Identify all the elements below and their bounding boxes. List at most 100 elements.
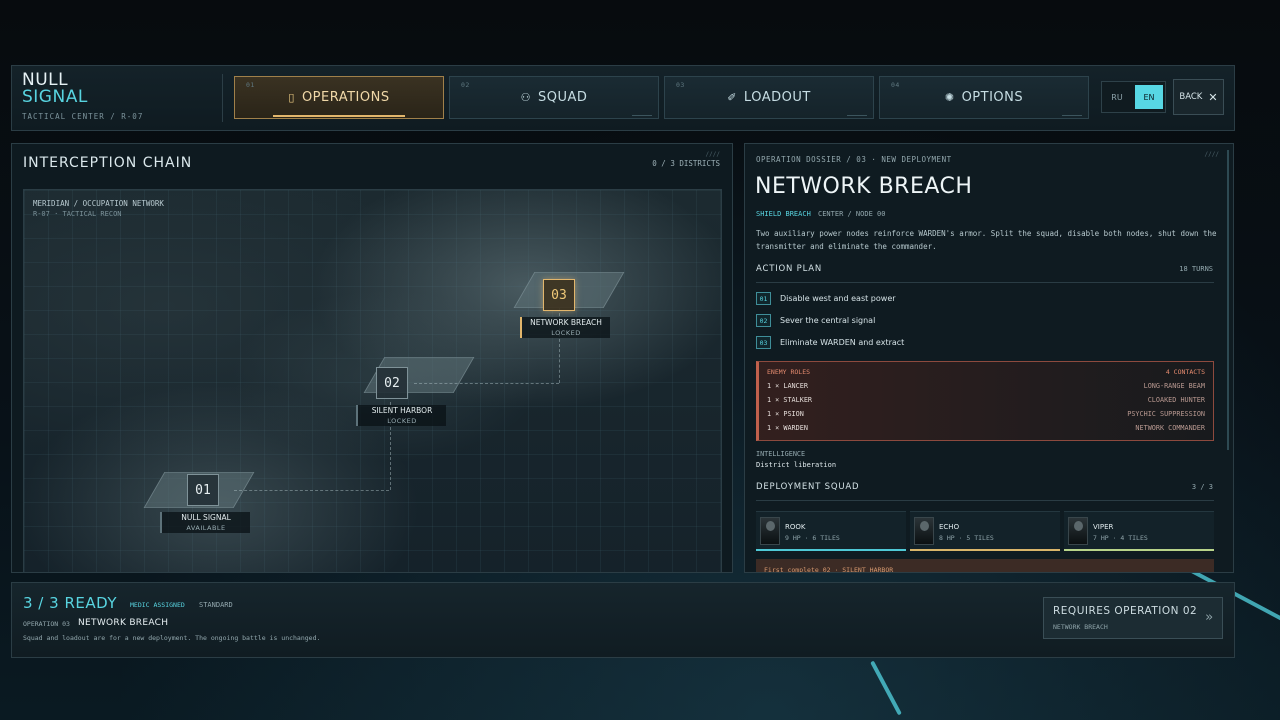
operation-title: NETWORK BREACH <box>755 174 973 199</box>
scrollbar[interactable] <box>1227 150 1229 450</box>
node-number: 01 <box>187 474 219 506</box>
squad-member-card[interactable]: VIPER 7 HP · 4 TILES <box>1064 511 1214 551</box>
avatar <box>914 517 934 545</box>
divider <box>222 74 223 122</box>
map-subheading: R-07 · TACTICAL RECON <box>33 210 122 218</box>
tab-squad[interactable]: 02 ⚇ SQUAD <box>449 76 659 119</box>
lang-en-button[interactable]: EN <box>1135 85 1163 109</box>
node-status: LOCKED <box>551 329 581 337</box>
node-status: LOCKED <box>387 417 417 425</box>
operation-number: OPERATION 03 <box>23 620 70 628</box>
panel-ticks: //// <box>1204 151 1219 158</box>
tab-loadout[interactable]: 03 ✐ LOADOUT <box>664 76 874 119</box>
tab-label: SQUAD <box>537 90 588 105</box>
enemy-row: 1 × PSION PSYCHIC SUPPRESSION <box>767 410 1205 422</box>
launch-operation-button[interactable]: REQUIRES OPERATION 02 NETWORK BREACH » <box>1043 597 1223 639</box>
back-button[interactable]: BACK ✕ <box>1173 79 1224 115</box>
deployment-squad-heading: DEPLOYMENT SQUAD <box>756 482 860 492</box>
divider <box>756 282 1214 283</box>
tab-number: 04 <box>891 81 900 89</box>
language-toggle: RU EN <box>1101 81 1166 113</box>
tab-label: LOADOUT <box>743 90 811 105</box>
route-line <box>414 383 559 384</box>
node-status: AVAILABLE <box>186 524 226 532</box>
enemy-role: LONG-RANGE BEAM <box>1143 382 1205 390</box>
step-number: 03 <box>756 336 771 349</box>
enemy-unit: 1 × PSION <box>767 410 804 418</box>
double-chevron-icon: » <box>1205 610 1213 625</box>
step-number: 02 <box>756 314 771 327</box>
active-indicator <box>273 115 405 117</box>
tab-number: 02 <box>461 81 470 89</box>
enemy-roles-heading: ENEMY ROLES <box>767 368 811 376</box>
step-text: Sever the central signal <box>780 316 876 325</box>
deployment-note: Squad and loadout are for a new deployme… <box>23 634 321 642</box>
enemy-role: NETWORK COMMANDER <box>1135 424 1205 432</box>
tab-accent <box>1062 115 1082 116</box>
lang-ru-button[interactable]: RU <box>1102 82 1132 112</box>
map-node-02[interactable]: 02 SILENT HARBOR LOCKED <box>356 367 446 426</box>
button-label: REQUIRES OPERATION 02 <box>1053 605 1198 617</box>
step-text: Disable west and east power <box>780 294 896 303</box>
tactical-map[interactable]: MERIDIAN / OCCUPATION NETWORK R-07 · TAC… <box>23 189 722 572</box>
operation-type-tag: SHIELD BREACH <box>756 210 811 218</box>
button-sublabel: NETWORK BREACH <box>1053 623 1108 631</box>
node-name: NULL SIGNAL <box>181 513 231 522</box>
districts-count: 0 / 3 DISTRICTS <box>652 159 720 168</box>
squad-member-name: ECHO <box>939 523 960 531</box>
panel-ticks: //// <box>705 151 720 158</box>
deployment-status-bar: 3 / 3 READY MEDIC ASSIGNED STANDARD OPER… <box>11 582 1235 658</box>
node-label: SILENT HARBOR LOCKED <box>356 405 446 426</box>
map-node-01[interactable]: 01 NULL SIGNAL AVAILABLE <box>160 474 250 533</box>
map-heading: MERIDIAN / OCCUPATION NETWORK <box>33 199 164 208</box>
map-node-03[interactable]: 03 NETWORK BREACH LOCKED <box>520 279 610 338</box>
action-step: 01 Disable west and east power <box>756 292 896 305</box>
enemy-row: 1 × STALKER CLOAKED HUNTER <box>767 396 1205 408</box>
squad-member-card[interactable]: ROOK 9 HP · 6 TILES <box>756 511 906 551</box>
step-text: Eliminate WARDEN and extract <box>780 338 905 347</box>
route-line <box>234 490 389 491</box>
squad-member-card[interactable]: ECHO 8 HP · 5 TILES <box>910 511 1060 551</box>
squad-member-stats: 9 HP · 6 TILES <box>785 534 840 542</box>
enemy-unit: 1 × WARDEN <box>767 424 808 432</box>
gear-icon: ✺ <box>944 91 955 104</box>
enemy-unit: 1 × LANCER <box>767 382 808 390</box>
intelligence-value: District liberation <box>756 461 837 469</box>
tab-accent <box>847 115 867 116</box>
node-number: 03 <box>543 279 575 311</box>
enemy-row: 1 × LANCER LONG-RANGE BEAM <box>767 382 1205 394</box>
enemy-unit: 1 × STALKER <box>767 396 813 404</box>
enemy-roles-box: ENEMY ROLES 4 CONTACTS 1 × LANCER LONG-R… <box>756 361 1214 441</box>
action-step: 02 Sever the central signal <box>756 314 875 327</box>
tab-number: 03 <box>676 81 685 89</box>
difficulty-label: STANDARD <box>199 601 233 609</box>
operation-description: Two auxiliary power nodes reinforce WARD… <box>756 229 1217 251</box>
avatar <box>1068 517 1088 545</box>
intelligence-label: INTELLIGENCE <box>756 450 806 458</box>
close-icon: ✕ <box>1208 90 1218 104</box>
requirement-warning: First complete 02 · SILENT HARBOR <box>756 559 1214 572</box>
squad-color-bar <box>910 549 1060 551</box>
tab-options[interactable]: 04 ✺ OPTIONS <box>879 76 1089 119</box>
medic-badge: MEDIC ASSIGNED <box>130 601 185 609</box>
enemy-role: PSYCHIC SUPPRESSION <box>1127 410 1205 418</box>
squad-member-name: VIPER <box>1093 523 1114 531</box>
divider <box>756 500 1214 501</box>
squad-icon: ⚇ <box>520 91 531 104</box>
top-bar: NULL SIGNAL TACTICAL CENTER / R-07 01 ▯ … <box>11 65 1235 131</box>
logo-subtitle: TACTICAL CENTER / R-07 <box>22 112 144 121</box>
enemy-role: CLOAKED HUNTER <box>1147 396 1205 404</box>
map-icon: ▯ <box>288 91 295 104</box>
panel-title: INTERCEPTION CHAIN <box>23 155 193 171</box>
tab-operations[interactable]: 01 ▯ OPERATIONS <box>234 76 444 119</box>
squad-ready-status: 3 / 3 READY <box>23 594 117 612</box>
operation-dossier-panel: //// OPERATION DOSSIER / 03 · NEW DEPLOY… <box>744 143 1234 573</box>
node-name: NETWORK BREACH <box>530 318 602 327</box>
avatar <box>760 517 780 545</box>
game-logo: NULL SIGNAL TACTICAL CENTER / R-07 <box>22 72 222 122</box>
tab-label: OPTIONS <box>961 90 1024 105</box>
squad-member-name: ROOK <box>785 523 806 531</box>
squad-member-stats: 7 HP · 4 TILES <box>1093 534 1148 542</box>
logo-line2: SIGNAL <box>22 87 88 107</box>
node-label: NETWORK BREACH LOCKED <box>520 317 610 338</box>
